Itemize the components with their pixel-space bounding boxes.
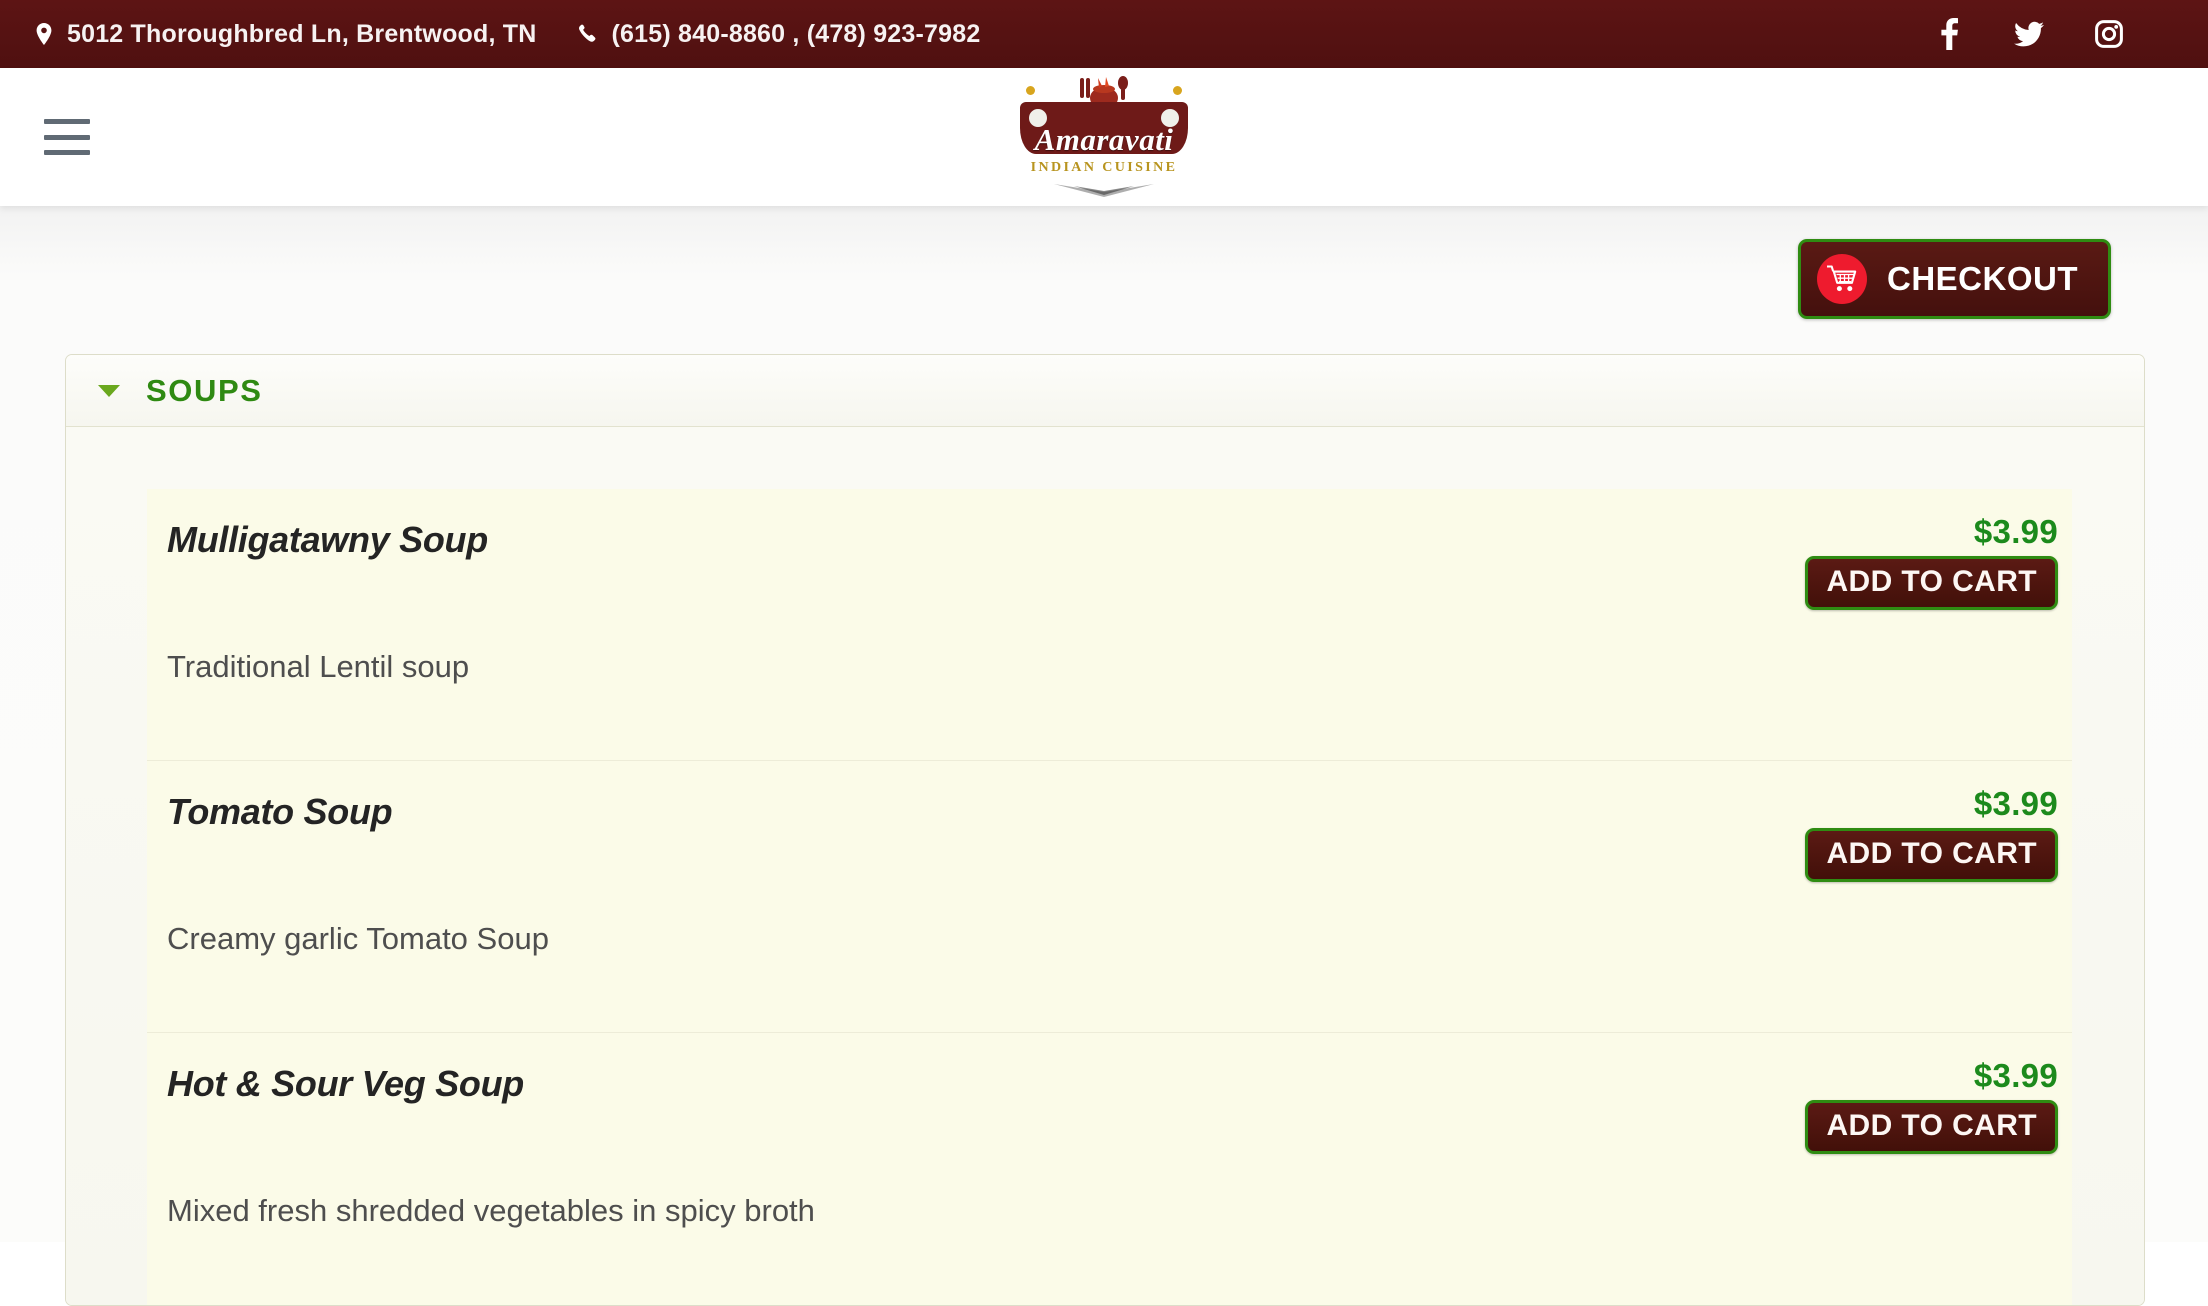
- menu-item-price: $3.99: [1973, 785, 2058, 822]
- menu-item-price: $3.99: [1973, 1057, 2058, 1094]
- phone-icon: [578, 21, 599, 47]
- site-logo[interactable]: Amaravati INDIAN CUISINE: [1014, 76, 1194, 202]
- site-header: Amaravati INDIAN CUISINE: [0, 68, 2208, 206]
- menu-item-actions: $3.99 ADD TO CART: [1805, 1059, 2058, 1154]
- menu-item-name: Mulligatawny Soup: [167, 519, 488, 560]
- hamburger-menu-icon[interactable]: [44, 119, 90, 155]
- checkout-button[interactable]: CHECKOUT: [1798, 239, 2111, 319]
- phone-text: (615) 840-8860 , (478) 923-7982: [611, 19, 981, 48]
- logo-flourish-icon: [1054, 184, 1154, 197]
- hamburger-bar: [44, 119, 90, 124]
- category-body: Mulligatawny Soup Traditional Lentil sou…: [66, 427, 2144, 1305]
- menu-item: Hot & Sour Veg Soup Mixed fresh shredded…: [147, 1033, 2072, 1305]
- category-header-soups[interactable]: SOUPS: [66, 355, 2144, 427]
- logo-wordmark: Amaravati: [1034, 122, 1174, 157]
- menu-item-description: Creamy garlic Tomato Soup: [167, 921, 549, 956]
- menu-item-name: Hot & Sour Veg Soup: [167, 1063, 524, 1104]
- menu-item-actions: $3.99 ADD TO CART: [1805, 787, 2058, 882]
- chevron-down-icon[interactable]: [98, 384, 120, 397]
- address-block[interactable]: 5012 Thoroughbred Ln, Brentwood, TN: [34, 20, 537, 49]
- menu-item-name: Tomato Soup: [167, 791, 393, 832]
- logo-tagline: INDIAN CUISINE: [1030, 160, 1178, 175]
- menu-item-list: Mulligatawny Soup Traditional Lentil sou…: [147, 489, 2072, 1305]
- menu-item: Tomato Soup Creamy garlic Tomato Soup $3…: [147, 761, 2072, 1033]
- hamburger-bar: [44, 134, 90, 140]
- hamburger-bar: [44, 150, 90, 155]
- shopping-cart-icon: [1817, 254, 1867, 304]
- add-to-cart-button[interactable]: ADD TO CART: [1805, 828, 2058, 882]
- top-contact-bar: 5012 Thoroughbred Ln, Brentwood, TN (615…: [0, 0, 2208, 68]
- menu-item-price: $3.99: [1973, 513, 2058, 550]
- phone-block[interactable]: (615) 840-8860 , (478) 923-7982: [578, 19, 981, 49]
- logo-emblem: Amaravati: [1014, 76, 1194, 157]
- social-links-group: [1934, 0, 2124, 68]
- menu-item-description: Traditional Lentil soup: [167, 649, 470, 684]
- checkout-toolbar: CHECKOUT: [1798, 239, 2111, 319]
- add-to-cart-button[interactable]: ADD TO CART: [1805, 1100, 2058, 1154]
- category-title: SOUPS: [146, 372, 263, 408]
- add-to-cart-button[interactable]: ADD TO CART: [1805, 556, 2058, 610]
- menu-item: Mulligatawny Soup Traditional Lentil sou…: [147, 489, 2072, 761]
- address-text: 5012 Thoroughbred Ln, Brentwood, TN: [67, 19, 537, 48]
- facebook-icon[interactable]: [1934, 18, 1964, 50]
- menu-item-description: Mixed fresh shredded vegetables in spicy…: [167, 1193, 815, 1228]
- map-pin-icon: [34, 21, 54, 47]
- checkout-label: CHECKOUT: [1887, 260, 2078, 297]
- logo-dot: [1026, 86, 1035, 95]
- page-content: CHECKOUT SOUPS Mulligatawny Soup Traditi…: [0, 206, 2208, 1306]
- instagram-icon[interactable]: [2094, 19, 2124, 49]
- contact-info-group: 5012 Thoroughbred Ln, Brentwood, TN (615…: [0, 20, 980, 49]
- logo-dot: [1173, 86, 1182, 95]
- menu-item-actions: $3.99 ADD TO CART: [1805, 515, 2058, 610]
- twitter-icon[interactable]: [2014, 19, 2044, 49]
- category-panel-soups: SOUPS Mulligatawny Soup Traditional Lent…: [65, 354, 2145, 1306]
